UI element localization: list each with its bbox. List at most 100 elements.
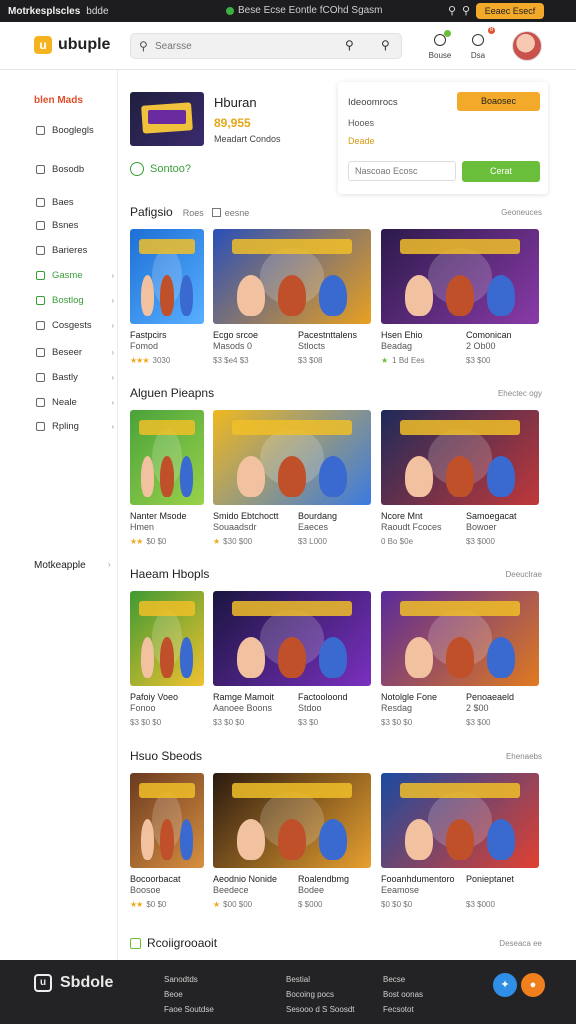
game-card-name[interactable]: Roalendbmg Bodee <box>298 874 349 896</box>
featured-thumbnail[interactable] <box>130 92 204 146</box>
game-card-image[interactable] <box>213 410 371 505</box>
featured-action-button[interactable]: Sontoo? <box>130 162 191 176</box>
sidebar-item[interactable]: Rpling › <box>36 421 114 432</box>
section-more-link[interactable]: Deeuclrae <box>470 570 542 579</box>
game-card-name[interactable]: Comonican 2 Ob00 <box>466 330 512 352</box>
sidebar-item[interactable]: Beseer › <box>36 347 114 358</box>
section-more-link[interactable]: Ehectec ogy <box>470 389 542 398</box>
topbar-brand[interactable]: Motrkesplscles <box>8 6 80 17</box>
sidebar-item[interactable]: Baes <box>36 197 114 208</box>
game-card-image[interactable] <box>381 229 539 324</box>
game-card-image[interactable] <box>130 229 204 324</box>
sidebar-item[interactable]: Bosodb <box>36 164 114 175</box>
footer-logo[interactable]: u Sbdole <box>34 974 113 992</box>
topbar-sub[interactable]: bdde <box>86 6 108 17</box>
sidebar-item[interactable]: Gasme › <box>36 270 114 281</box>
site-logo[interactable]: u ubuple <box>34 36 110 54</box>
game-card-name-line: Smido Ebtchoctt <box>213 511 279 521</box>
footer-link[interactable]: Beoe <box>164 987 214 1002</box>
game-card-image[interactable] <box>381 591 539 686</box>
search-submit-icon[interactable]: ⚲ <box>345 38 354 52</box>
sidebar-item[interactable]: Neale › <box>36 397 114 408</box>
card-character-figure <box>277 274 307 317</box>
game-card-name[interactable]: Notolgle Fone Resdag <box>381 692 437 714</box>
game-card-name[interactable]: Fooanhdumentoro Eeamose <box>381 874 455 896</box>
sidebar-item[interactable]: Bsnes <box>36 220 114 231</box>
search-filter-icon[interactable]: ⚲ <box>381 38 390 52</box>
game-card-name[interactable]: Fastpcirs Fomod <box>130 330 167 352</box>
featured-title[interactable]: Hburan <box>214 95 257 110</box>
footer-link[interactable]: Bocoing pocs <box>286 987 355 1002</box>
game-card-name[interactable]: Ramge Mamoit Aanoee Boons <box>213 692 274 714</box>
rating-stars-icon: ★ <box>213 900 220 909</box>
panel-line-2[interactable]: Deade <box>348 136 375 146</box>
game-card-image[interactable] <box>381 410 539 505</box>
topbar-cta-button[interactable]: Eeaec Esecf <box>476 3 544 19</box>
game-card-name[interactable]: Pacestnttalens Stlocts <box>298 330 357 352</box>
panel-input[interactable] <box>348 161 456 181</box>
panel-primary-button[interactable]: Boaosec <box>457 92 540 111</box>
search-icon[interactable]: ⚲ <box>445 4 459 18</box>
footer-link[interactable]: Sanodtds <box>164 972 214 987</box>
game-card-image[interactable] <box>381 773 539 868</box>
game-card-image[interactable] <box>130 591 204 686</box>
game-card-image[interactable] <box>213 591 371 686</box>
sidebar-item[interactable]: Barieres <box>36 245 114 256</box>
social-icon-blue[interactable]: ✦ <box>493 973 517 997</box>
game-card-name[interactable]: Ecgo srcoe Masods 0 <box>213 330 258 352</box>
search-alt-icon[interactable]: ⚲ <box>459 4 473 18</box>
panel-submit-button[interactable]: Cerat <box>462 161 540 182</box>
game-card-name[interactable]: Factooloond Stdoo <box>298 692 348 714</box>
footer-link[interactable]: Bestial <box>286 972 355 987</box>
sidebar-item-label: Neale <box>52 397 77 408</box>
footer-link[interactable]: Sesooo d S Soosdt <box>286 1002 355 1017</box>
game-card-meta: $3 L000 <box>298 537 327 546</box>
game-card-name[interactable]: Aeodnio Nonide Beedece <box>213 874 277 896</box>
game-card-name[interactable]: Hsen Ehio Beadag <box>381 330 423 352</box>
game-card-subtitle: Stdoo <box>298 703 322 713</box>
game-card-name[interactable]: Smido Ebtchoctt Souaadsdr <box>213 511 279 533</box>
footer-link[interactable]: Faoe Soutdse <box>164 1002 214 1017</box>
chevron-right-icon: › <box>108 560 111 569</box>
game-card-name[interactable]: Ncore Mnt Raoudt Fcoces <box>381 511 442 533</box>
game-card-image[interactable] <box>213 229 371 324</box>
notifications-button[interactable]: Bouse <box>425 30 455 60</box>
search-input[interactable] <box>155 38 345 54</box>
game-card-name[interactable]: Bourdang Eaeces <box>298 511 337 533</box>
avatar[interactable] <box>512 31 542 61</box>
section-more-link[interactable]: Ehenaebs <box>470 752 542 761</box>
game-card-name[interactable]: Pafoiy Voeo Fonoo <box>130 692 178 714</box>
card-title-banner <box>231 600 353 616</box>
messages-button[interactable]: 8 Dsa <box>463 27 495 60</box>
game-card-image[interactable] <box>213 773 371 868</box>
game-card-name[interactable]: Nanter Msode Hmen <box>130 511 187 533</box>
game-card-name[interactable]: Samoegacat Bowoer <box>466 511 517 533</box>
bottom-section-more-link[interactable]: Deseaca ee <box>470 939 542 948</box>
game-card-name[interactable]: Penoaeaeld 2 $00 <box>466 692 514 714</box>
sidebar-item-label: Barieres <box>52 245 88 256</box>
section-filter-link[interactable]: Roes <box>183 208 204 218</box>
game-card-name[interactable]: Bocoorbacat Boosoe <box>130 874 181 896</box>
sidebar-item-icon <box>36 126 45 135</box>
sidebar-item-label: Bsnes <box>52 220 79 231</box>
game-card-image[interactable] <box>130 410 204 505</box>
footer-link[interactable]: Becse <box>383 972 423 987</box>
sidebar-item[interactable]: Cosgests › <box>36 320 114 331</box>
sidebar-item-label: Booglegls <box>52 125 94 136</box>
game-card-image[interactable] <box>130 773 204 868</box>
sidebar-item[interactable]: Bastly › <box>36 372 114 383</box>
sidebar-item-icon <box>36 271 45 280</box>
game-card-subtitle: Bowoer <box>466 522 497 532</box>
sidebar-item[interactable]: Booglegls <box>36 125 114 136</box>
section-checkbox[interactable] <box>211 208 221 217</box>
footer-link[interactable]: Fecsotot <box>383 1002 423 1017</box>
card-character-figure <box>486 455 516 498</box>
social-icon-orange[interactable]: ● <box>521 973 545 997</box>
section-more-link[interactable]: Geoneuces <box>470 208 542 217</box>
game-card-name[interactable]: Ponieptanet <box>466 874 514 885</box>
sidebar-footer-item[interactable]: Motkeapple › <box>34 560 111 571</box>
sidebar-item[interactable]: Bostlog › <box>36 295 114 306</box>
footer-link[interactable]: Bost oonas <box>383 987 423 1002</box>
game-card-subtitle: 2 Ob00 <box>466 341 496 351</box>
section-title-text: Alguen Pieapns <box>130 386 215 400</box>
